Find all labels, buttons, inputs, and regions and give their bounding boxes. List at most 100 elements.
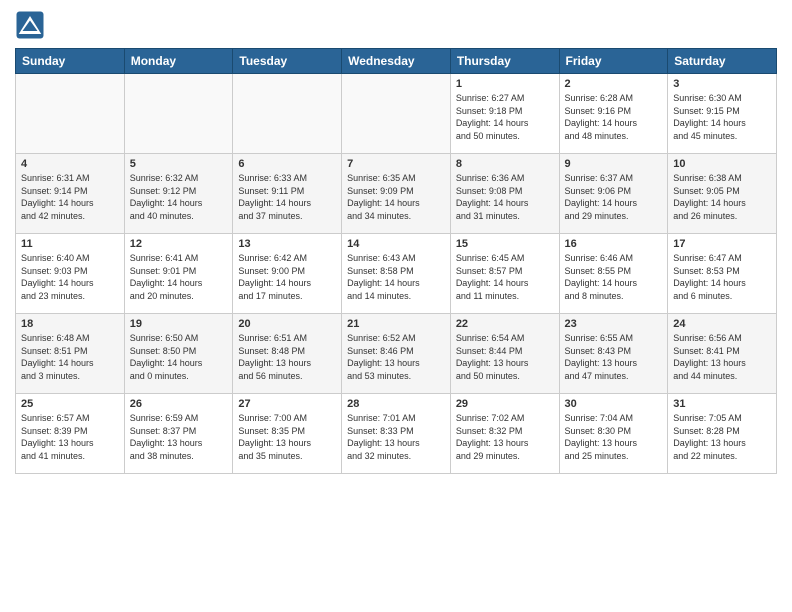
- logo: [15, 10, 49, 40]
- day-cell-16: 16 Sunrise: 6:46 AM Sunset: 8:55 PM Dayli…: [559, 234, 668, 314]
- day-cell-9: 9 Sunrise: 6:37 AM Sunset: 9:06 PM Daylig…: [559, 154, 668, 234]
- date-number: 1: [456, 78, 554, 90]
- day-cell-20: 20Sunrise: 6:51 AM Sunset: 8:48 PM Dayli…: [233, 314, 342, 394]
- day-header-tuesday: Tuesday: [233, 49, 342, 74]
- date-number: 3: [673, 78, 771, 90]
- week-row-4: 18 Sunrise: 6:48 AM Sunset: 8:51 PM Dayli…: [16, 314, 777, 394]
- day-cell-30: 30Sunrise: 7:04 AM Sunset: 8:30 PM Dayli…: [559, 394, 668, 474]
- day-info: Sunrise: 6:30 AM Sunset: 9:15 PM Dayligh…: [673, 92, 771, 142]
- date-number: 27: [238, 398, 336, 410]
- day-cell-12: 12Sunrise: 6:41 AM Sunset: 9:01 PM Dayli…: [124, 234, 233, 314]
- empty-cell: [124, 74, 233, 154]
- empty-cell: [16, 74, 125, 154]
- day-cell-15: 15Sunrise: 6:45 AM Sunset: 8:57 PM Dayli…: [450, 234, 559, 314]
- day-header-monday: Monday: [124, 49, 233, 74]
- date-number: 13: [238, 238, 336, 250]
- date-number: 8: [456, 158, 554, 170]
- day-info: Sunrise: 7:00 AM Sunset: 8:35 PM Dayligh…: [238, 412, 336, 462]
- date-number: 23: [565, 318, 663, 330]
- page: SundayMondayTuesdayWednesdayThursdayFrid…: [0, 0, 792, 612]
- day-header-sunday: Sunday: [16, 49, 125, 74]
- day-info: Sunrise: 6:40 AM Sunset: 9:03 PM Dayligh…: [21, 252, 119, 302]
- day-cell-28: 28 Sunrise: 7:01 AM Sunset: 8:33 PM Dayli…: [342, 394, 451, 474]
- day-cell-23: 23 Sunrise: 6:55 AM Sunset: 8:43 PM Dayli…: [559, 314, 668, 394]
- day-info: Sunrise: 6:32 AM Sunset: 9:12 PM Dayligh…: [130, 172, 228, 222]
- day-info: Sunrise: 6:31 AM Sunset: 9:14 PM Dayligh…: [21, 172, 119, 222]
- day-cell-13: 13 Sunrise: 6:42 AM Sunset: 9:00 PM Dayli…: [233, 234, 342, 314]
- header: [15, 10, 777, 40]
- week-row-5: 25 Sunrise: 6:57 AM Sunset: 8:39 PM Dayli…: [16, 394, 777, 474]
- day-info: Sunrise: 6:35 AM Sunset: 9:09 PM Dayligh…: [347, 172, 445, 222]
- date-number: 17: [673, 238, 771, 250]
- day-cell-17: 17 Sunrise: 6:47 AM Sunset: 8:53 PM Dayli…: [668, 234, 777, 314]
- day-cell-6: 6Sunrise: 6:33 AM Sunset: 9:11 PM Daylig…: [233, 154, 342, 234]
- day-info: Sunrise: 6:46 AM Sunset: 8:55 PM Dayligh…: [565, 252, 663, 302]
- empty-cell: [342, 74, 451, 154]
- date-number: 26: [130, 398, 228, 410]
- day-cell-11: 11 Sunrise: 6:40 AM Sunset: 9:03 PM Dayli…: [16, 234, 125, 314]
- day-cell-8: 8 Sunrise: 6:36 AM Sunset: 9:08 PM Daylig…: [450, 154, 559, 234]
- date-number: 4: [21, 158, 119, 170]
- day-cell-31: 31Sunrise: 7:05 AM Sunset: 8:28 PM Dayli…: [668, 394, 777, 474]
- day-info: Sunrise: 6:59 AM Sunset: 8:37 PM Dayligh…: [130, 412, 228, 462]
- day-info: Sunrise: 6:36 AM Sunset: 9:08 PM Dayligh…: [456, 172, 554, 222]
- header-row: SundayMondayTuesdayWednesdayThursdayFrid…: [16, 49, 777, 74]
- day-info: Sunrise: 6:48 AM Sunset: 8:51 PM Dayligh…: [21, 332, 119, 382]
- date-number: 2: [565, 78, 663, 90]
- week-row-2: 4 Sunrise: 6:31 AM Sunset: 9:14 PM Daylig…: [16, 154, 777, 234]
- date-number: 16: [565, 238, 663, 250]
- day-cell-1: 1 Sunrise: 6:27 AM Sunset: 9:18 PM Daylig…: [450, 74, 559, 154]
- day-info: Sunrise: 6:56 AM Sunset: 8:41 PM Dayligh…: [673, 332, 771, 382]
- day-cell-2: 2 Sunrise: 6:28 AM Sunset: 9:16 PM Daylig…: [559, 74, 668, 154]
- day-info: Sunrise: 6:57 AM Sunset: 8:39 PM Dayligh…: [21, 412, 119, 462]
- day-cell-4: 4 Sunrise: 6:31 AM Sunset: 9:14 PM Daylig…: [16, 154, 125, 234]
- date-number: 25: [21, 398, 119, 410]
- day-info: Sunrise: 7:04 AM Sunset: 8:30 PM Dayligh…: [565, 412, 663, 462]
- date-number: 9: [565, 158, 663, 170]
- date-number: 19: [130, 318, 228, 330]
- day-info: Sunrise: 6:41 AM Sunset: 9:01 PM Dayligh…: [130, 252, 228, 302]
- day-info: Sunrise: 6:52 AM Sunset: 8:46 PM Dayligh…: [347, 332, 445, 382]
- day-cell-21: 21 Sunrise: 6:52 AM Sunset: 8:46 PM Dayli…: [342, 314, 451, 394]
- date-number: 10: [673, 158, 771, 170]
- day-cell-3: 3 Sunrise: 6:30 AM Sunset: 9:15 PM Daylig…: [668, 74, 777, 154]
- day-cell-27: 27 Sunrise: 7:00 AM Sunset: 8:35 PM Dayli…: [233, 394, 342, 474]
- day-info: Sunrise: 7:01 AM Sunset: 8:33 PM Dayligh…: [347, 412, 445, 462]
- day-cell-24: 24 Sunrise: 6:56 AM Sunset: 8:41 PM Dayli…: [668, 314, 777, 394]
- day-info: Sunrise: 6:38 AM Sunset: 9:05 PM Dayligh…: [673, 172, 771, 222]
- day-info: Sunrise: 6:28 AM Sunset: 9:16 PM Dayligh…: [565, 92, 663, 142]
- date-number: 15: [456, 238, 554, 250]
- date-number: 28: [347, 398, 445, 410]
- day-cell-5: 5Sunrise: 6:32 AM Sunset: 9:12 PM Daylig…: [124, 154, 233, 234]
- day-info: Sunrise: 6:47 AM Sunset: 8:53 PM Dayligh…: [673, 252, 771, 302]
- day-header-thursday: Thursday: [450, 49, 559, 74]
- day-info: Sunrise: 6:37 AM Sunset: 9:06 PM Dayligh…: [565, 172, 663, 222]
- day-info: Sunrise: 6:43 AM Sunset: 8:58 PM Dayligh…: [347, 252, 445, 302]
- week-row-1: 1 Sunrise: 6:27 AM Sunset: 9:18 PM Daylig…: [16, 74, 777, 154]
- calendar-table: SundayMondayTuesdayWednesdayThursdayFrid…: [15, 48, 777, 474]
- day-cell-29: 29Sunrise: 7:02 AM Sunset: 8:32 PM Dayli…: [450, 394, 559, 474]
- day-cell-19: 19 Sunrise: 6:50 AM Sunset: 8:50 PM Dayli…: [124, 314, 233, 394]
- day-info: Sunrise: 7:02 AM Sunset: 8:32 PM Dayligh…: [456, 412, 554, 462]
- date-number: 6: [238, 158, 336, 170]
- date-number: 24: [673, 318, 771, 330]
- day-cell-26: 26 Sunrise: 6:59 AM Sunset: 8:37 PM Dayli…: [124, 394, 233, 474]
- date-number: 14: [347, 238, 445, 250]
- date-number: 11: [21, 238, 119, 250]
- date-number: 21: [347, 318, 445, 330]
- day-info: Sunrise: 6:54 AM Sunset: 8:44 PM Dayligh…: [456, 332, 554, 382]
- day-cell-25: 25 Sunrise: 6:57 AM Sunset: 8:39 PM Dayli…: [16, 394, 125, 474]
- logo-icon: [15, 10, 45, 40]
- date-number: 18: [21, 318, 119, 330]
- day-info: Sunrise: 6:55 AM Sunset: 8:43 PM Dayligh…: [565, 332, 663, 382]
- day-info: Sunrise: 7:05 AM Sunset: 8:28 PM Dayligh…: [673, 412, 771, 462]
- date-number: 22: [456, 318, 554, 330]
- day-header-friday: Friday: [559, 49, 668, 74]
- date-number: 20: [238, 318, 336, 330]
- day-info: Sunrise: 6:42 AM Sunset: 9:00 PM Dayligh…: [238, 252, 336, 302]
- date-number: 7: [347, 158, 445, 170]
- day-info: Sunrise: 6:27 AM Sunset: 9:18 PM Dayligh…: [456, 92, 554, 142]
- day-header-wednesday: Wednesday: [342, 49, 451, 74]
- day-info: Sunrise: 6:50 AM Sunset: 8:50 PM Dayligh…: [130, 332, 228, 382]
- day-cell-22: 22 Sunrise: 6:54 AM Sunset: 8:44 PM Dayli…: [450, 314, 559, 394]
